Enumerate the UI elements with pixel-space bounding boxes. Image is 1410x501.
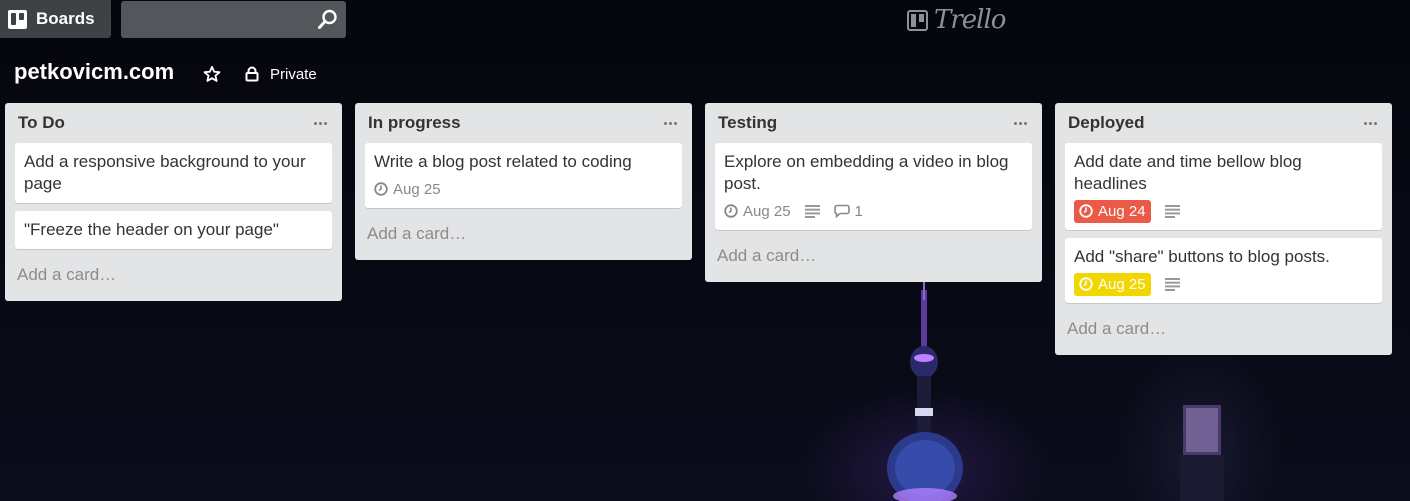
card-title: Add "share" buttons to blog posts. xyxy=(1074,247,1330,266)
search-input[interactable] xyxy=(121,1,346,38)
card[interactable]: "Freeze the header on your page" xyxy=(15,211,332,249)
star-icon xyxy=(203,65,221,82)
list-header: In progress xyxy=(365,103,682,143)
list-title[interactable]: In progress xyxy=(368,113,461,133)
comment-icon xyxy=(833,204,850,218)
list-title[interactable]: Deployed xyxy=(1068,113,1145,133)
boards-button[interactable]: Boards xyxy=(0,0,111,38)
list-title[interactable]: Testing xyxy=(718,113,777,133)
list-deployed: Deployed Add date and time bellow blog h… xyxy=(1055,103,1392,355)
boards-label: Boards xyxy=(36,9,95,28)
card[interactable]: Add a responsive background to your page xyxy=(15,143,332,203)
card-badges: Aug 25 1 xyxy=(724,200,1022,222)
privacy-button[interactable]: Private xyxy=(244,60,317,88)
due-date-text: Aug 25 xyxy=(1098,275,1146,293)
lock-icon xyxy=(245,66,259,82)
add-card-link[interactable]: Add a card… xyxy=(365,216,682,250)
search-box xyxy=(121,1,346,38)
card-badges: Aug 25 xyxy=(374,178,672,200)
clock-icon xyxy=(1079,204,1093,218)
comments-count: 1 xyxy=(854,202,863,220)
card[interactable]: Write a blog post related to coding Aug … xyxy=(365,143,682,208)
star-board-button[interactable] xyxy=(200,62,224,86)
description-icon xyxy=(1164,277,1180,291)
description-icon xyxy=(804,204,820,218)
due-date-badge: Aug 25 xyxy=(374,181,441,198)
card-badges: Aug 25 xyxy=(1074,272,1372,296)
due-date-badge-overdue: Aug 24 xyxy=(1074,199,1151,223)
trello-logo-icon xyxy=(907,9,928,31)
list-title[interactable]: To Do xyxy=(18,113,65,133)
list-header: Deployed xyxy=(1065,103,1382,143)
due-date-text: Aug 24 xyxy=(1098,202,1146,220)
due-date-badge: Aug 25 xyxy=(724,203,791,220)
list-menu-icon[interactable] xyxy=(1008,113,1032,133)
trello-logo[interactable]: Trello xyxy=(907,4,1006,36)
search-icon[interactable] xyxy=(317,9,338,30)
card-title: Add a responsive background to your page xyxy=(24,152,306,193)
description-icon xyxy=(1164,204,1180,218)
card-title: "Freeze the header on your page" xyxy=(24,220,279,239)
top-bar: Boards Trello xyxy=(0,0,1410,40)
due-date-badge-soon: Aug 25 xyxy=(1074,272,1151,296)
due-date-text: Aug 25 xyxy=(393,180,441,198)
privacy-label: Private xyxy=(270,65,317,83)
list-header: Testing xyxy=(715,103,1032,143)
clock-icon xyxy=(374,182,388,196)
card[interactable]: Add date and time bellow blog headlines … xyxy=(1065,143,1382,230)
clock-icon xyxy=(724,204,738,218)
add-card-link[interactable]: Add a card… xyxy=(15,257,332,291)
list-header: To Do xyxy=(15,103,332,143)
list-in-progress: In progress Write a blog post related to… xyxy=(355,103,692,260)
list-menu-icon[interactable] xyxy=(308,113,332,133)
clock-icon xyxy=(1079,277,1093,291)
card[interactable]: Explore on embedding a video in blog pos… xyxy=(715,143,1032,230)
boards-icon xyxy=(8,9,27,29)
list-menu-icon[interactable] xyxy=(1358,113,1382,133)
card-title: Explore on embedding a video in blog pos… xyxy=(724,152,1009,193)
due-date-text: Aug 25 xyxy=(743,202,791,220)
card-badges: Aug 24 xyxy=(1074,199,1372,223)
card[interactable]: Add "share" buttons to blog posts. Aug 2… xyxy=(1065,238,1382,303)
list-menu-icon[interactable] xyxy=(658,113,682,133)
trello-logo-text: Trello xyxy=(934,5,1006,35)
card-title: Add date and time bellow blog headlines xyxy=(1074,152,1302,193)
card-title: Write a blog post related to coding xyxy=(374,152,632,171)
comments-badge: 1 xyxy=(833,202,863,220)
list-testing: Testing Explore on embedding a video in … xyxy=(705,103,1042,282)
board-title[interactable]: petkovicm.com xyxy=(14,59,174,85)
add-card-link[interactable]: Add a card… xyxy=(715,238,1032,272)
add-card-link[interactable]: Add a card… xyxy=(1065,311,1382,345)
list-to-do: To Do Add a responsive background to you… xyxy=(5,103,342,301)
